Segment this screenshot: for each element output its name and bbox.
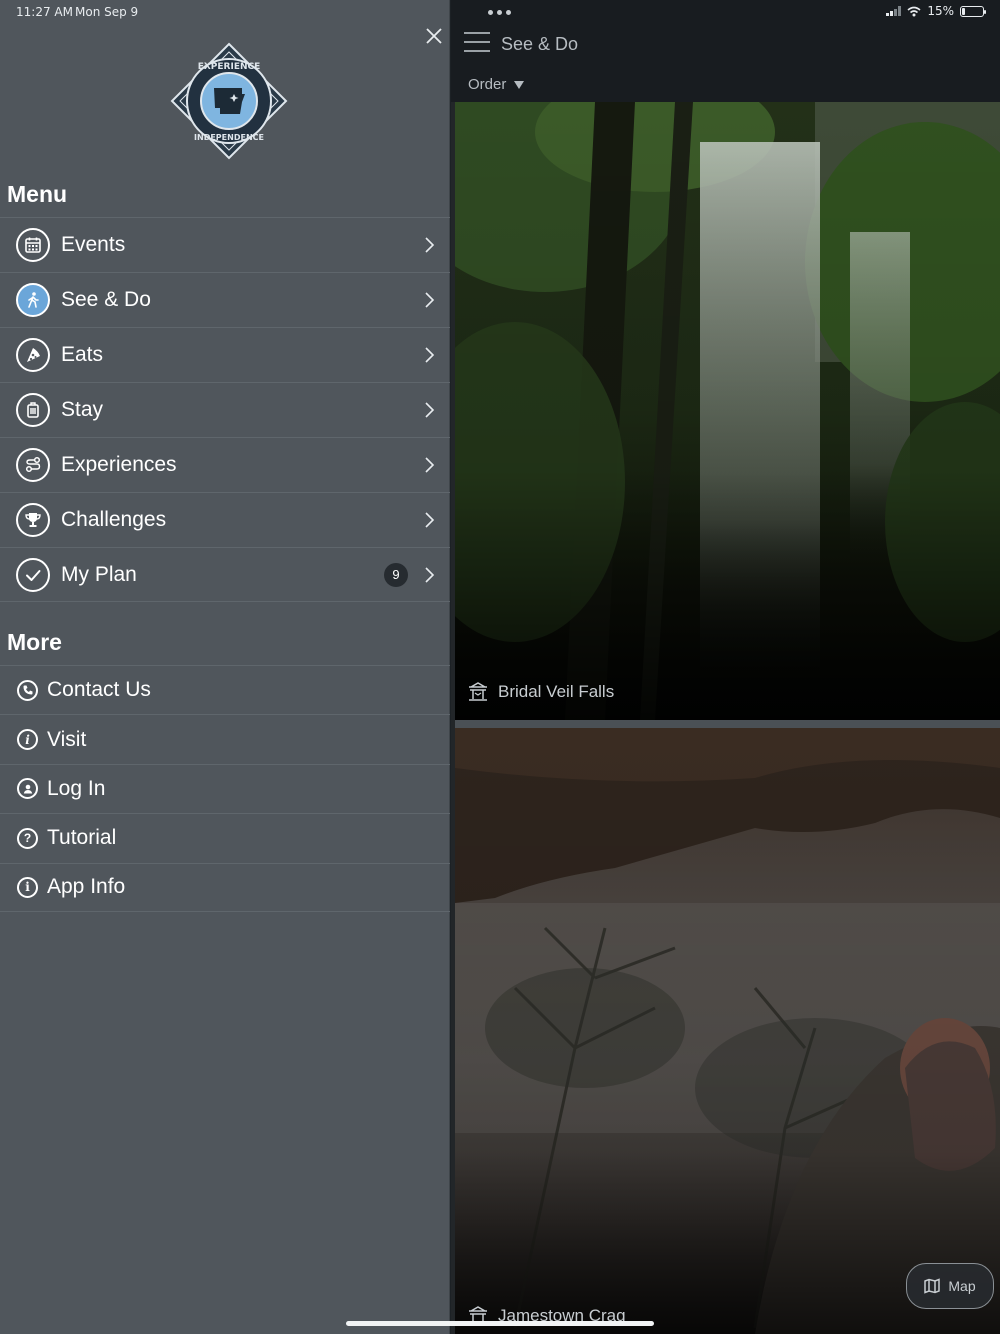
battery-icon: [960, 5, 986, 17]
listing-card[interactable]: Jamestown Crag: [455, 728, 1000, 1334]
more-item-label: App Info: [47, 875, 126, 899]
more-list: Contact Us i Visit Log In ? Tutorial i A…: [0, 665, 450, 912]
map-icon: [924, 1278, 941, 1294]
pizza-icon: [16, 338, 50, 372]
more-item-visit[interactable]: i Visit: [0, 714, 450, 763]
trophy-icon: [16, 503, 50, 537]
map-button[interactable]: Map: [906, 1263, 994, 1309]
chevron-right-icon: [425, 347, 435, 363]
menu-item-label: Eats: [61, 343, 104, 366]
phone-icon: [17, 679, 38, 701]
menu-item-events[interactable]: Events: [0, 217, 450, 272]
caret-down-icon: [514, 80, 525, 89]
listing-photo-climber: [455, 728, 1000, 1334]
see-and-do-screen: See & Do Order Bridal Veil Falls Jamesto…: [451, 0, 1000, 1334]
hamburger-menu-icon[interactable]: [464, 32, 490, 52]
logo-text-top: EXPERIENCE: [198, 62, 261, 72]
my-plan-count-badge: 9: [384, 562, 408, 587]
question-icon: ?: [17, 827, 38, 849]
more-item-label: Tutorial: [47, 826, 117, 850]
home-indicator[interactable]: [346, 1321, 654, 1326]
app-root: 11:27 AM Mon Sep 9 EXPERIENCE INDEPENDEN…: [0, 0, 1000, 1334]
menu-list: Events See & Do Eats Stay Experiences Ch…: [0, 217, 450, 602]
menu-item-eats[interactable]: Eats: [0, 327, 450, 382]
more-section-title: More: [7, 629, 62, 655]
user-icon: [17, 778, 38, 800]
chevron-right-icon: [425, 292, 435, 308]
status-time: 11:27 AM: [16, 5, 73, 19]
status-bar-indicators: 15%: [886, 4, 986, 18]
more-item-label: Log In: [47, 776, 106, 800]
battery-percent: 15%: [927, 4, 954, 18]
close-drawer-button[interactable]: [422, 24, 446, 48]
menu-item-experiences[interactable]: Experiences: [0, 437, 450, 492]
listing-title-text: Bridal Veil Falls: [498, 682, 615, 701]
menu-item-see-and-do[interactable]: See & Do: [0, 272, 450, 327]
listing-title: Bridal Veil Falls: [467, 682, 614, 702]
menu-item-stay[interactable]: Stay: [0, 382, 450, 437]
menu-section-title: Menu: [7, 181, 68, 207]
attraction-icon: [469, 682, 487, 701]
order-label: Order: [468, 76, 507, 93]
app-logo: EXPERIENCE INDEPENDENCE: [170, 42, 288, 160]
menu-item-label: See & Do: [61, 288, 151, 311]
menu-item-challenges[interactable]: Challenges: [0, 492, 450, 547]
menu-item-label: My Plan: [61, 562, 137, 586]
map-button-label: Map: [948, 1278, 976, 1294]
check-circle-icon: [16, 557, 50, 592]
more-item-tutorial[interactable]: ? Tutorial: [0, 813, 450, 862]
more-item-log-in[interactable]: Log In: [0, 763, 450, 813]
listing-card[interactable]: Bridal Veil Falls: [455, 102, 1000, 720]
person-walking-icon: [16, 283, 50, 317]
route-icon: [16, 448, 50, 482]
menu-item-my-plan[interactable]: My Plan 9: [0, 547, 450, 602]
card-divider: [455, 720, 1000, 728]
page-title: See & Do: [501, 34, 579, 54]
menu-item-label: Stay: [61, 398, 104, 421]
more-item-app-info[interactable]: i App Info: [0, 862, 450, 912]
logo-text-bottom: INDEPENDENCE: [194, 133, 264, 142]
chevron-right-icon: [425, 457, 435, 473]
multitasking-dots-icon[interactable]: [488, 10, 511, 15]
more-item-contact-us[interactable]: Contact Us: [0, 665, 450, 714]
menu-item-label: Events: [61, 233, 126, 256]
chevron-right-icon: [425, 512, 435, 528]
calendar-icon: [16, 228, 50, 262]
close-icon: [426, 28, 442, 44]
more-item-label: Visit: [47, 727, 87, 751]
cellular-signal-icon: [886, 6, 902, 16]
info-icon: i: [17, 729, 38, 751]
luggage-icon: [16, 393, 50, 427]
wifi-icon: [907, 6, 921, 16]
navigation-drawer: 11:27 AM Mon Sep 9 EXPERIENCE INDEPENDEN…: [0, 0, 450, 1334]
order-dropdown[interactable]: Order: [468, 76, 525, 93]
menu-item-label: Experiences: [61, 453, 177, 476]
info-circle-icon: i: [17, 876, 38, 898]
chevron-right-icon: [425, 566, 435, 583]
listing-photo-waterfall: [455, 102, 1000, 720]
status-date: Mon Sep 9: [75, 5, 139, 19]
menu-item-label: Challenges: [61, 508, 167, 531]
chevron-right-icon: [425, 402, 435, 418]
more-item-label: Contact Us: [47, 678, 151, 702]
chevron-right-icon: [425, 237, 435, 253]
